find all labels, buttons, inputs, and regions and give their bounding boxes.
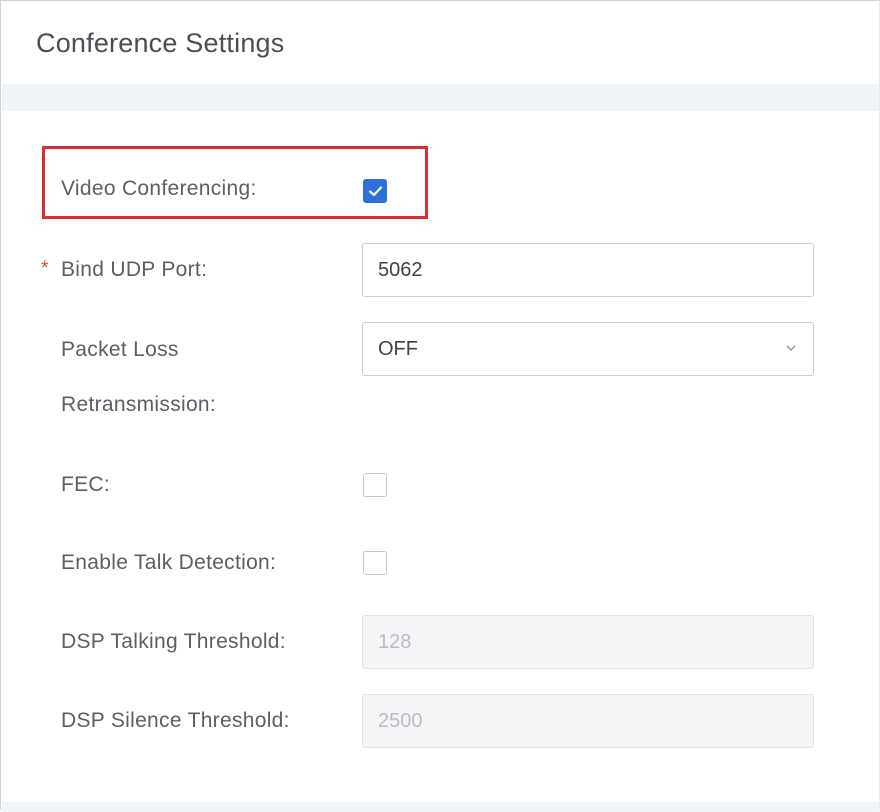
- talk-detection-label: Enable Talk Detection:: [61, 551, 277, 574]
- conference-settings-panel: Conference Settings Video Conferencing: …: [0, 0, 880, 812]
- check-icon: [368, 186, 383, 197]
- panel-header: Conference Settings: [2, 2, 879, 84]
- packet-loss-select[interactable]: OFF: [362, 322, 814, 376]
- dsp-talking-threshold-value: 128: [378, 631, 412, 653]
- bind-udp-port-label: Bind UDP Port:: [61, 258, 208, 281]
- dsp-silence-threshold-value: 2500: [378, 710, 423, 732]
- chevron-down-icon: [786, 345, 796, 351]
- packet-loss-selected-value: OFF: [378, 338, 418, 360]
- video-conferencing-checkbox[interactable]: [363, 179, 387, 203]
- talk-detection-checkbox[interactable]: [363, 551, 387, 575]
- header-divider: [2, 84, 879, 111]
- fec-label: FEC:: [61, 473, 111, 496]
- required-marker: *: [41, 258, 49, 279]
- page-title: Conference Settings: [36, 28, 285, 58]
- dsp-silence-threshold-input[interactable]: 2500: [362, 694, 814, 748]
- dsp-silence-threshold-label: DSP Silence Threshold:: [61, 709, 290, 732]
- fec-checkbox[interactable]: [363, 473, 387, 497]
- video-conferencing-label: Video Conferencing:: [61, 177, 257, 200]
- dsp-talking-threshold-label: DSP Talking Threshold:: [61, 630, 286, 653]
- packet-loss-label-line1: Packet Loss: [61, 338, 179, 361]
- packet-loss-label-line2: Retransmission:: [61, 393, 217, 416]
- dsp-talking-threshold-input[interactable]: 128: [362, 615, 814, 669]
- bind-udp-port-value: 5062: [378, 259, 423, 281]
- bind-udp-port-input[interactable]: 5062: [362, 243, 814, 297]
